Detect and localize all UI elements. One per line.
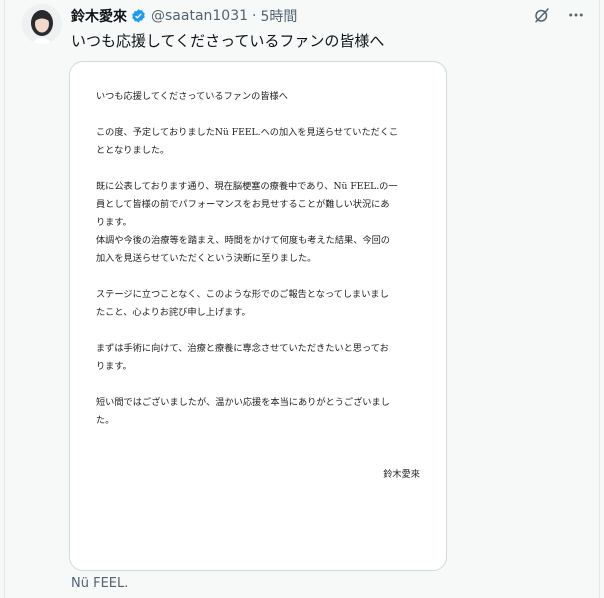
more-icon[interactable] — [567, 6, 585, 24]
letter-line: ります。 — [96, 361, 132, 372]
author-handle[interactable]: @saatan1031 — [151, 8, 248, 24]
letter-paragraph: 体調や今後の治療等を踏まえ、時間をかけて何度も考えた結果、今回の 加入を見送らせ… — [96, 232, 422, 268]
letter-line: たこと、心よりお詫び申し上げます。 — [96, 307, 251, 318]
letter-paragraph: ステージに立つことなく、このような形でのご報告となってしまいまし たこと、心より… — [96, 286, 422, 322]
letter-line: 加入を見送らせていただくという決断に至りました。 — [96, 253, 317, 264]
author-name[interactable]: 鈴木愛來 — [71, 6, 127, 26]
separator: · — [252, 8, 257, 24]
timestamp[interactable]: 5時間 — [260, 6, 297, 26]
grok-icon[interactable] — [533, 6, 551, 24]
letter-greeting: いつも応援してくださっているファンの皆様へ — [96, 91, 288, 102]
letter-line: この度、予定しておりましたNü FEEL.への加入を見送らせていただくこ — [96, 127, 399, 138]
letter-line: ととなりました。 — [96, 145, 170, 156]
letter-line: 体調や今後の治療等を踏まえ、時間をかけて何度も考えた結果、今回の — [96, 235, 390, 246]
letter-body: いつも応援してくださっているファンの皆様へ この度、予定しておりましたNü FE… — [96, 88, 422, 448]
avatar[interactable] — [22, 4, 62, 44]
letter-line: まずは手術に向けて、治療と療養に専念させていただきたいと思ってお — [96, 343, 389, 354]
tweet-text: いつも応援してくださっているファンの皆様へ — [71, 32, 385, 50]
attached-image[interactable]: いつも応援してくださっているファンの皆様へ この度、予定しておりましたNü FE… — [69, 61, 447, 571]
letter-paragraph: 既に公表しております通り、現在脳梗塞の療養中であり、Nü FEEL.の一 員とし… — [96, 178, 422, 232]
letter-paragraph: この度、予定しておりましたNü FEEL.への加入を見送らせていただくこ ととな… — [96, 124, 422, 160]
letter-line: ります。 — [96, 217, 132, 228]
tweet-actions — [533, 6, 585, 24]
letter-line: 短い間ではございましたが、温かい応援を本当にありがとうございまし — [96, 397, 390, 408]
letter-signature: 鈴木愛來 — [383, 469, 420, 480]
letter-paragraph: まずは手術に向けて、治療と療養に専念させていただきたいと思ってお ります。 — [96, 340, 422, 376]
letter-paragraph: 短い間ではございましたが、温かい応援を本当にありがとうございまし た。 — [96, 394, 422, 430]
tweet: 鈴木愛來 @saatan1031 · 5時間 いつも応援してくださっているファン — [4, 0, 600, 598]
letter-line: 既に公表しております通り、現在脳梗塞の療養中であり、Nü FEEL.の一 — [96, 181, 398, 192]
tweet-header: 鈴木愛來 @saatan1031 · 5時間 — [71, 6, 297, 26]
letter-line: ステージに立つことなく、このような形でのご報告となってしまいまし — [96, 289, 389, 300]
tweet-footer-text: Nü FEEL. — [71, 576, 129, 591]
verified-badge-icon — [130, 8, 147, 25]
letter-line: た。 — [96, 415, 115, 426]
letter-line: 員として皆様の前でパフォーマンスをお見せすることが難しい状況にあ — [96, 199, 390, 210]
